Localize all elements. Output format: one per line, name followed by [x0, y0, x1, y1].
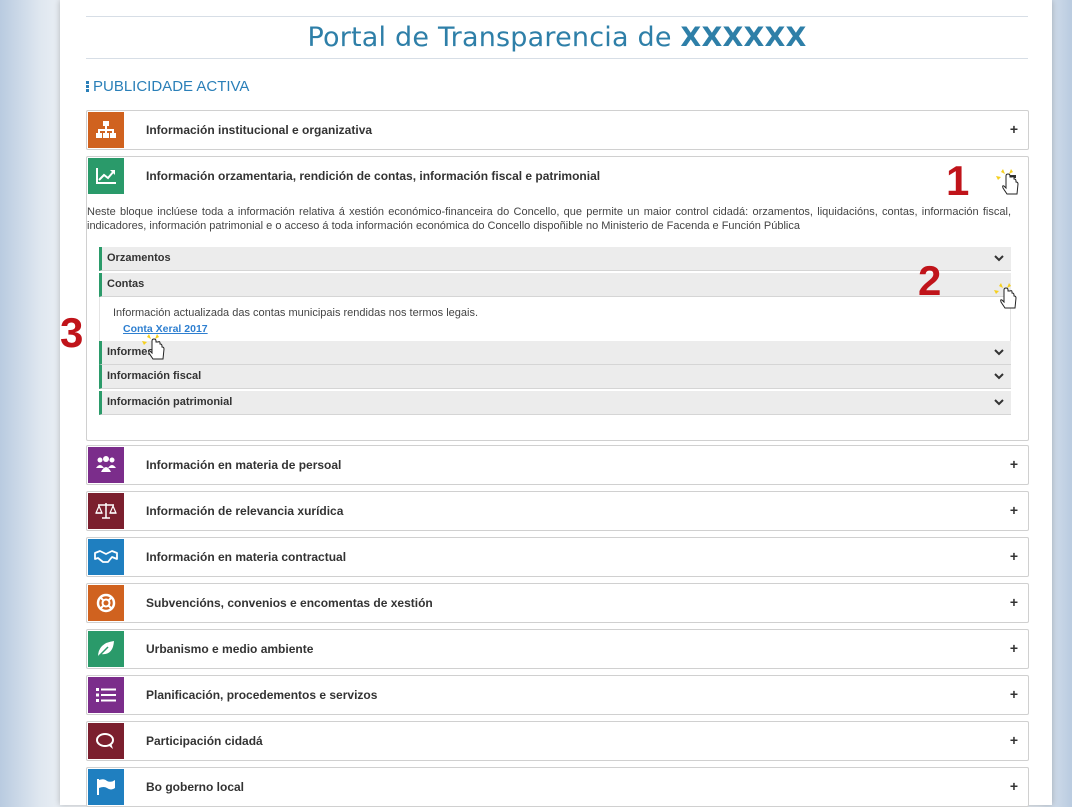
accordion-title: Información de relevancia xurídica	[146, 504, 344, 518]
section-heading-label: PUBLICIDADE ACTIVA	[93, 78, 250, 95]
hand-cursor-icon	[994, 283, 1017, 309]
subsection-label: Información patrimonial	[107, 396, 233, 408]
subsection-contas[interactable]: Contas	[99, 273, 1011, 297]
accordion-header[interactable]: Información en materia de persoal +	[87, 446, 1028, 484]
expand-plus-icon[interactable]: +	[1010, 733, 1018, 747]
accordion-header[interactable]: Información en materia contractual +	[87, 538, 1028, 576]
page-title-name: XXXXXX	[680, 22, 807, 53]
expand-plus-icon[interactable]: +	[1010, 457, 1018, 471]
subsection-informacion-fiscal[interactable]: Información fiscal	[99, 365, 1011, 389]
accordion-title: Participación cidadá	[146, 734, 263, 748]
subsection-label: Contas	[107, 278, 145, 290]
expand-plus-icon[interactable]: +	[1010, 641, 1018, 655]
scales-icon	[88, 493, 124, 529]
title-divider	[86, 58, 1028, 59]
annotation-number-3: 3	[60, 309, 84, 356]
accordion-urbanismo[interactable]: Urbanismo e medio ambiente +	[86, 629, 1029, 669]
accordion-title: Planificación, procedementos e servizos	[146, 688, 378, 702]
accordion-title: Información en materia de persoal	[146, 458, 342, 472]
expand-plus-icon[interactable]: +	[1010, 779, 1018, 793]
accordion-contractual[interactable]: Información en materia contractual +	[86, 537, 1029, 577]
lifebuoy-icon	[88, 585, 124, 621]
hand-cursor-icon	[996, 169, 1019, 195]
section-description: Neste bloque inclúese toda a información…	[87, 206, 1011, 232]
accordion-orzamentaria: Información orzamentaria, rendición de c…	[86, 156, 1029, 441]
handshake-icon	[88, 539, 124, 575]
dots-icon	[86, 80, 89, 93]
expand-plus-icon[interactable]: +	[1010, 687, 1018, 701]
chevron-down-icon	[994, 255, 1004, 262]
expand-plus-icon[interactable]: +	[1010, 503, 1018, 517]
subsection-label: Información fiscal	[107, 370, 202, 382]
accordion-header[interactable]: Planificación, procedementos e servizos …	[87, 676, 1028, 714]
people-icon	[88, 447, 124, 483]
org-chart-icon	[88, 112, 124, 148]
expand-plus-icon[interactable]: +	[1010, 549, 1018, 563]
accordion-persoal[interactable]: Información en materia de persoal +	[86, 445, 1029, 485]
accordion-header[interactable]: Urbanismo e medio ambiente +	[87, 630, 1028, 668]
accordion-title: Información en materia contractual	[146, 550, 347, 564]
flag-icon	[88, 769, 124, 805]
top-divider	[86, 16, 1028, 17]
accordion-title: Información institucional e organizativa	[146, 123, 373, 137]
accordion-header[interactable]: Información orzamentaria, rendición de c…	[87, 157, 1028, 195]
leaf-icon	[88, 631, 124, 667]
accordion-bo-goberno[interactable]: Bo goberno local +	[86, 767, 1029, 807]
accordion-title: Subvencións, convenios e encomentas de x…	[146, 596, 433, 610]
expand-plus-icon[interactable]: +	[1010, 595, 1018, 609]
accordion-title: Información orzamentaria, rendición de c…	[146, 169, 601, 183]
accordion-header[interactable]: Información de relevancia xurídica +	[87, 492, 1028, 530]
subsection-informes[interactable]: Informes	[99, 341, 1011, 365]
page: Portal de Transparencia de XXXXXX PUBLIC…	[60, 0, 1052, 807]
hand-cursor-icon	[142, 334, 165, 360]
section-heading: PUBLICIDADE ACTIVA	[86, 78, 249, 95]
accordion-xuridica[interactable]: Información de relevancia xurídica +	[86, 491, 1029, 531]
list-icon	[88, 677, 124, 713]
page-title-prefix: Portal de Transparencia de	[307, 22, 681, 53]
chevron-down-icon	[994, 399, 1004, 406]
chevron-down-icon	[994, 373, 1004, 380]
accordion-header[interactable]: Participación cidadá +	[87, 722, 1028, 760]
accordion-title: Bo goberno local	[146, 780, 245, 794]
accordion-institucional[interactable]: Información institucional e organizativa…	[86, 110, 1029, 150]
trend-chart-icon	[88, 158, 124, 194]
chevron-down-icon	[994, 349, 1004, 356]
page-title: Portal de Transparencia de XXXXXX	[86, 22, 1028, 53]
accordion-subvencions[interactable]: Subvencións, convenios e encomentas de x…	[86, 583, 1029, 623]
subsection-label: Orzamentos	[107, 252, 171, 264]
annotation-number-1: 1	[946, 157, 970, 204]
accordion-header[interactable]: Bo goberno local +	[87, 768, 1028, 806]
accordion-title: Urbanismo e medio ambiente	[146, 642, 314, 656]
accordion-header[interactable]: Información institucional e organizativa…	[87, 111, 1028, 149]
chat-icon	[88, 723, 124, 759]
accordion-header[interactable]: Subvencións, convenios e encomentas de x…	[87, 584, 1028, 622]
contas-text: Información actualizada das contas munic…	[113, 307, 479, 319]
subsection-informacion-patrimonial[interactable]: Información patrimonial	[99, 391, 1011, 415]
subsection-orzamentos[interactable]: Orzamentos	[99, 247, 1011, 271]
accordion-planificacion[interactable]: Planificación, procedementos e servizos …	[86, 675, 1029, 715]
annotation-number-2: 2	[918, 257, 942, 304]
accordion-participacion[interactable]: Participación cidadá +	[86, 721, 1029, 761]
subsection-contas-body: Información actualizada das contas munic…	[99, 297, 1011, 343]
expand-plus-icon[interactable]: +	[1010, 122, 1018, 136]
